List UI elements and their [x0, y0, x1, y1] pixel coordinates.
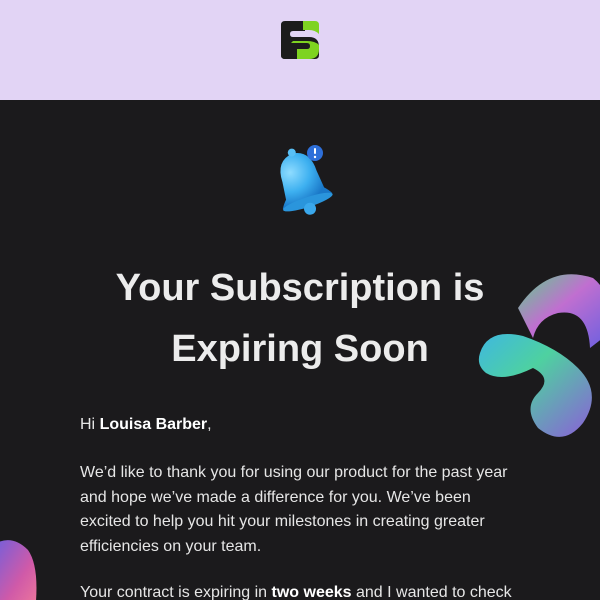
- recipient-name: Louisa Barber: [99, 416, 208, 433]
- notification-bell-icon: [280, 145, 333, 215]
- expiry-duration: two weeks: [271, 584, 352, 600]
- greeting: Hi Louisa Barber,: [80, 413, 520, 438]
- decorative-blob-left: [0, 540, 37, 600]
- thank-you-paragraph: We’d like to thank you for using our pro…: [80, 464, 508, 555]
- expiry-suffix: and I wanted to check: [351, 584, 512, 600]
- greeting-suffix: ,: [207, 416, 212, 433]
- email-body: Your Subscription is Expiring Soon Hi Lo…: [0, 100, 600, 600]
- page-title: Your Subscription is Expiring Soon: [115, 267, 485, 370]
- greeting-prefix: Hi: [80, 416, 100, 433]
- expiry-paragraph: Your contract is expiring in two weeks a…: [80, 581, 520, 600]
- email-header: [0, 0, 600, 100]
- brand-logo-icon[interactable]: [279, 19, 321, 61]
- expiry-prefix: Your contract is expiring in: [80, 584, 272, 600]
